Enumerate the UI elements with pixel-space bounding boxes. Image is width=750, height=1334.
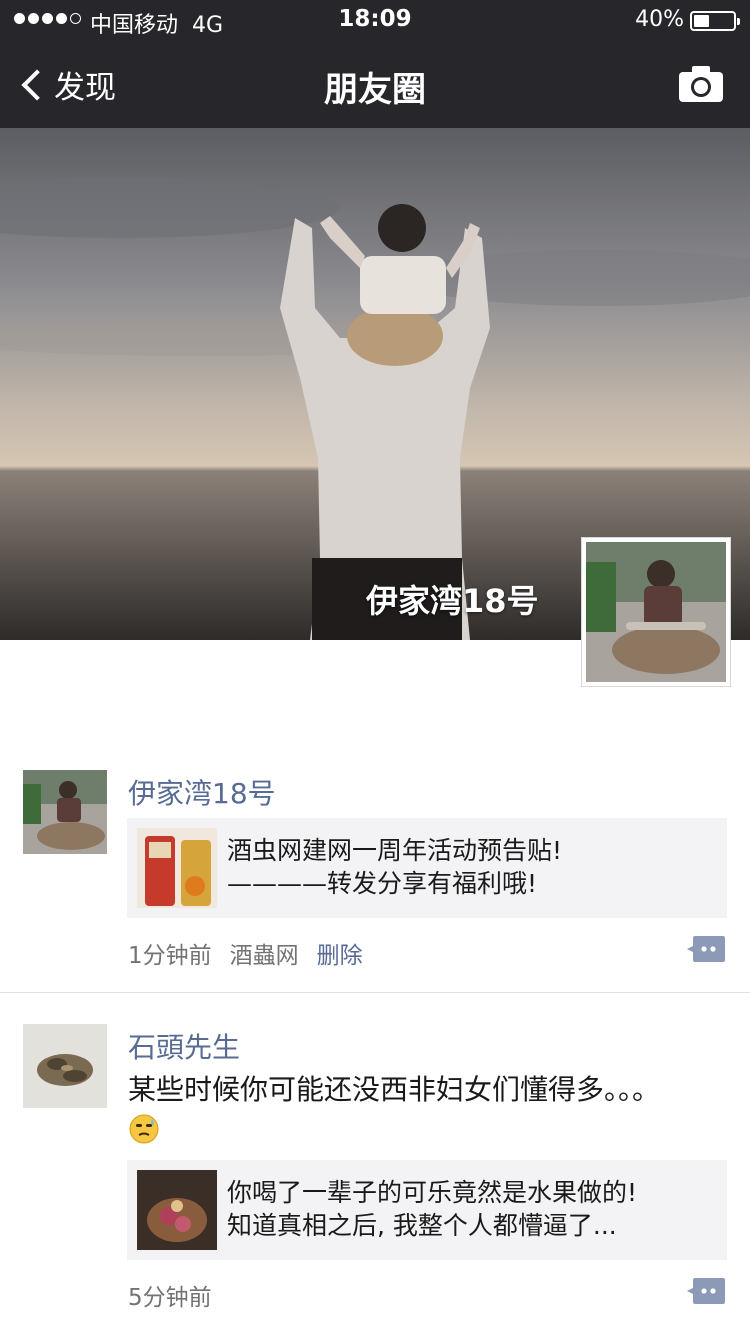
comment-icon[interactable] bbox=[687, 936, 725, 962]
post-time: 5分钟前 bbox=[128, 1285, 212, 1311]
cover-username[interactable]: 伊家湾18号 bbox=[366, 576, 539, 622]
battery-icon bbox=[690, 11, 740, 31]
link-title: 你喝了一辈子的可乐竟然是水果做的! 知道真相之后, 我整个人都懵逼了... bbox=[227, 1178, 638, 1240]
post-author[interactable]: 伊家湾18号 bbox=[128, 772, 276, 812]
top-bar: 中国移动 4G 18:09 40% 发现 朋友圈 bbox=[0, 0, 750, 128]
post-meta: 1分钟前 酒蟲网 删除 bbox=[128, 936, 363, 970]
battery-percent: 40% bbox=[635, 7, 684, 32]
link-thumbnail bbox=[137, 1170, 217, 1250]
link-thumbnail bbox=[137, 828, 217, 908]
link-title: 酒虫网建网一周年活动预告贴! ————转发分享有福利哦! bbox=[227, 836, 563, 898]
nav-bar: 发现 朋友圈 bbox=[0, 40, 750, 128]
delete-button[interactable]: 删除 bbox=[317, 936, 363, 970]
post-avatar[interactable] bbox=[23, 1024, 107, 1108]
camera-icon[interactable] bbox=[678, 65, 724, 103]
status-bar: 中国移动 4G 18:09 40% bbox=[0, 0, 750, 40]
post-time: 1分钟前 bbox=[128, 943, 212, 969]
comment-icon[interactable] bbox=[687, 1278, 725, 1304]
shared-link-card[interactable]: 你喝了一辈子的可乐竟然是水果做的! 知道真相之后, 我整个人都懵逼了... bbox=[127, 1160, 727, 1260]
post-source[interactable]: 酒蟲网 bbox=[230, 936, 299, 970]
divider bbox=[0, 992, 750, 993]
page-title: 朋友圈 bbox=[324, 70, 426, 110]
post-avatar[interactable] bbox=[23, 770, 107, 854]
profile-avatar[interactable] bbox=[581, 537, 731, 687]
post-meta: 5分钟前 bbox=[128, 1278, 212, 1312]
shared-link-card[interactable]: 酒虫网建网一周年活动预告贴! ————转发分享有福利哦! bbox=[127, 818, 727, 918]
face-emoji bbox=[129, 1114, 159, 1144]
post-text: 某些时候你可能还没西非妇女们懂得多。。。 bbox=[128, 1071, 728, 1147]
post-author[interactable]: 石頭先生 bbox=[128, 1026, 240, 1066]
